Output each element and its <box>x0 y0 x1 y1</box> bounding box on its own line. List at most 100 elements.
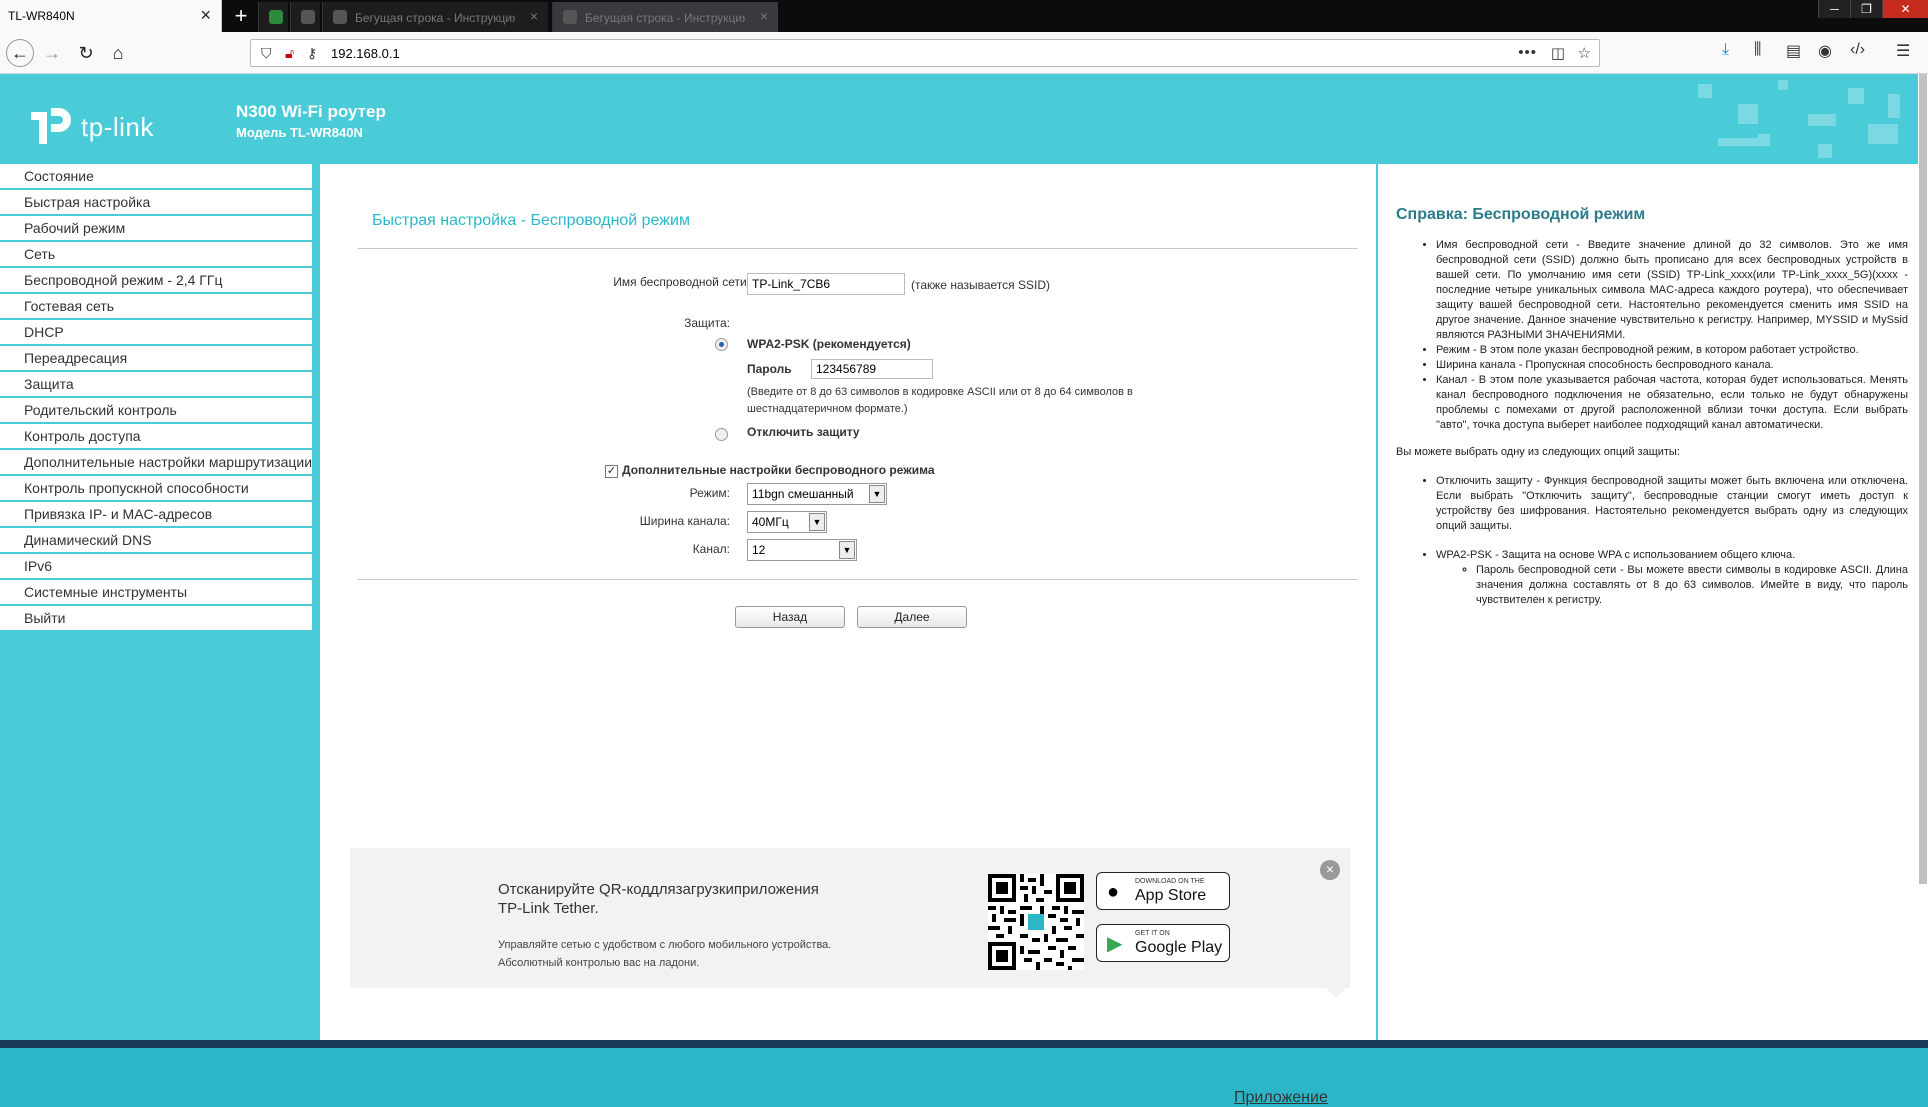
close-banner-icon[interactable]: × <box>1320 860 1340 880</box>
sidebar-item-advanced-routing[interactable]: Дополнительные настройки маршрутизации <box>0 450 312 476</box>
sidebar-item-status[interactable]: Состояние <box>0 164 312 190</box>
minimize-icon[interactable]: ─ <box>1818 0 1850 18</box>
google-play-small-text: GET IT ON <box>1135 930 1170 937</box>
help-subitem: Пароль беспроводной сети - Вы можете вве… <box>1476 563 1908 608</box>
channel-value: 12 <box>752 543 766 557</box>
pocket-icon[interactable]: ◫ <box>1551 44 1565 62</box>
ssid-input[interactable]: TP-Link_7CB6 <box>747 273 905 295</box>
pinned-tab[interactable] <box>258 2 288 32</box>
close-tab-icon[interactable]: × <box>530 8 538 24</box>
app-promo-desc-1: Управляйте сетью с удобством с любого мо… <box>498 939 832 951</box>
tab-favicon-icon <box>563 10 577 24</box>
disable-security-label: Отключить защиту <box>747 425 860 439</box>
app-store-small-text: DOWNLOAD ON THE <box>1135 878 1205 885</box>
google-play-icon: ▶ <box>1107 933 1123 955</box>
sidebar-item-security[interactable]: Защита <box>0 372 312 398</box>
qr-code <box>988 874 1084 970</box>
browser-toolbar: ← → ↻ ⌂ ⛉ 🔓︎ ⚷ 192.168.0.1 ••• ◫ ☆ ⤓ ⫼ ▤… <box>0 32 1928 74</box>
library-icon[interactable]: ⫼ <box>1754 41 1761 59</box>
app-promo-title: Отсканируйте QR-коддлязагрузкиприложения… <box>498 881 819 917</box>
tab-title: Бегущая строка - Инструкция <box>585 11 745 25</box>
next-button[interactable]: Далее <box>857 606 967 628</box>
key-icon[interactable]: ⚷ <box>307 45 317 62</box>
dropdown-arrow-icon[interactable]: ▼ <box>809 513 825 531</box>
sidebar-item-ip-mac-binding[interactable]: Привязка IP- и MAC-адресов <box>0 502 312 528</box>
back-button[interactable]: ← <box>6 39 34 67</box>
sidebar-item-wireless[interactable]: Беспроводной режим - 2,4 ГГц <box>0 268 312 294</box>
home-button[interactable]: ⌂ <box>106 41 130 65</box>
page-scrollbar[interactable] <box>1918 74 1928 1040</box>
sidebar-item-operation-mode[interactable]: Рабочий режим <box>0 216 312 242</box>
help-item: Отключить защиту - Функция беспроводной … <box>1436 474 1908 534</box>
window-controls: ─ ❐ ✕ <box>1818 0 1928 18</box>
logo-text: tp-link <box>81 112 154 142</box>
google-play-button[interactable]: ▶ GET IT ON Google Play <box>1096 924 1230 962</box>
url-bar[interactable]: ⛉ 🔓︎ ⚷ 192.168.0.1 ••• ◫ ☆ <box>250 39 1600 67</box>
devtools-icon[interactable]: ‹/› <box>1850 41 1865 59</box>
app-store-button[interactable]: ● DOWNLOAD ON THE App Store <box>1096 872 1230 910</box>
tab-active[interactable]: TL-WR840N × <box>0 0 222 32</box>
window-close-icon[interactable]: ✕ <box>1882 0 1928 18</box>
help-item: Имя беспроводной сети - Введите значение… <box>1436 238 1908 343</box>
background-tab[interactable]: Бегущая строка - Инструкция × <box>322 2 548 32</box>
divider <box>358 579 1358 580</box>
sidebar-item-parental-control[interactable]: Родительский контроль <box>0 398 312 424</box>
background-tab[interactable]: Бегущая строка - Инструкция × <box>552 2 778 32</box>
close-tab-icon[interactable]: × <box>200 5 211 25</box>
shield-icon[interactable]: ⛉ <box>261 45 272 62</box>
pinned-tab[interactable] <box>290 2 320 32</box>
sidebar-item-network[interactable]: Сеть <box>0 242 312 268</box>
channel-width-select[interactable]: 40МГц ▼ <box>747 511 827 533</box>
download-icon[interactable]: ⤓ <box>1722 41 1729 59</box>
tab-favicon-icon <box>333 10 347 24</box>
scrollbar-thumb[interactable] <box>1919 74 1927 884</box>
maximize-icon[interactable]: ❐ <box>1850 0 1882 18</box>
url-text[interactable]: 192.168.0.1 <box>331 46 400 61</box>
sidebar-item-ipv6[interactable]: IPv6 <box>0 554 312 580</box>
reload-button[interactable]: ↻ <box>74 41 98 65</box>
sidebar-item-dhcp[interactable]: DHCP <box>0 320 312 346</box>
dropdown-arrow-icon[interactable]: ▼ <box>839 541 855 559</box>
security-label: Защита: <box>684 316 730 330</box>
account-icon[interactable]: ◉ <box>1818 41 1832 61</box>
password-input[interactable]: 123456789 <box>811 359 933 379</box>
disable-security-radio[interactable] <box>715 428 728 441</box>
app-promo-desc-2: Абсолютный контролью вас на ладони. <box>498 957 700 969</box>
sidebar-item-access-control[interactable]: Контроль доступа <box>0 424 312 450</box>
router-page: tp-link N300 Wi-Fi роутер Модель TL-WR84… <box>0 74 1918 1106</box>
channel-select[interactable]: 12 ▼ <box>747 539 857 561</box>
google-play-big-text: Google Play <box>1135 939 1223 956</box>
back-form-button[interactable]: Назад <box>735 606 845 628</box>
tp-link-logo: tp-link <box>25 102 175 146</box>
sidebar-item-bandwidth-control[interactable]: Контроль пропускной способности <box>0 476 312 502</box>
advanced-checkbox[interactable]: ✓ <box>605 465 618 478</box>
wpa2-radio[interactable] <box>715 338 728 351</box>
ssid-label: Имя беспроводной сети: <box>613 275 750 289</box>
app-link[interactable]: Приложение <box>1234 1089 1328 1107</box>
sidebar-item-guest-network[interactable]: Гостевая сеть <box>0 294 312 320</box>
sidebar-item-forwarding[interactable]: Переадресация <box>0 346 312 372</box>
browser-tab-bar: TL-WR840N × + Бегущая строка - Инструкци… <box>0 0 1928 32</box>
app-store-big-text: App Store <box>1135 887 1207 904</box>
bookmark-star-icon[interactable]: ☆ <box>1578 44 1591 62</box>
sidebar-item-quick-setup[interactable]: Быстрая настройка <box>0 190 312 216</box>
dropdown-arrow-icon[interactable]: ▼ <box>869 485 885 503</box>
sidebar-item-logout[interactable]: Выйти <box>0 606 312 632</box>
apple-icon: ● <box>1107 881 1120 903</box>
main-content: Быстрая настройка - Беспроводной режим И… <box>320 164 1376 1106</box>
page-actions-icon[interactable]: ••• <box>1518 44 1537 61</box>
new-tab-button[interactable]: + <box>228 2 254 30</box>
password-hint-1: (Введите от 8 до 63 символов в кодировке… <box>747 386 1133 398</box>
close-tab-icon[interactable]: × <box>760 8 768 24</box>
mode-select[interactable]: 11bgn смешанный ▼ <box>747 483 887 505</box>
menu-icon[interactable]: ☰ <box>1896 41 1910 61</box>
page-title: Быстрая настройка - Беспроводной режим <box>372 212 690 229</box>
advanced-label: Дополнительные настройки беспроводного р… <box>622 463 935 477</box>
router-header: tp-link N300 Wi-Fi роутер Модель TL-WR84… <box>0 74 1918 164</box>
sidebar-item-dynamic-dns[interactable]: Динамический DNS <box>0 528 312 554</box>
sidebar-icon[interactable]: ▤ <box>1786 41 1801 61</box>
sidebar-item-system-tools[interactable]: Системные инструменты <box>0 580 312 606</box>
forward-button[interactable]: → <box>40 41 64 65</box>
insecure-lock-icon[interactable]: 🔓︎ <box>285 45 294 62</box>
header-decoration <box>1658 74 1918 164</box>
